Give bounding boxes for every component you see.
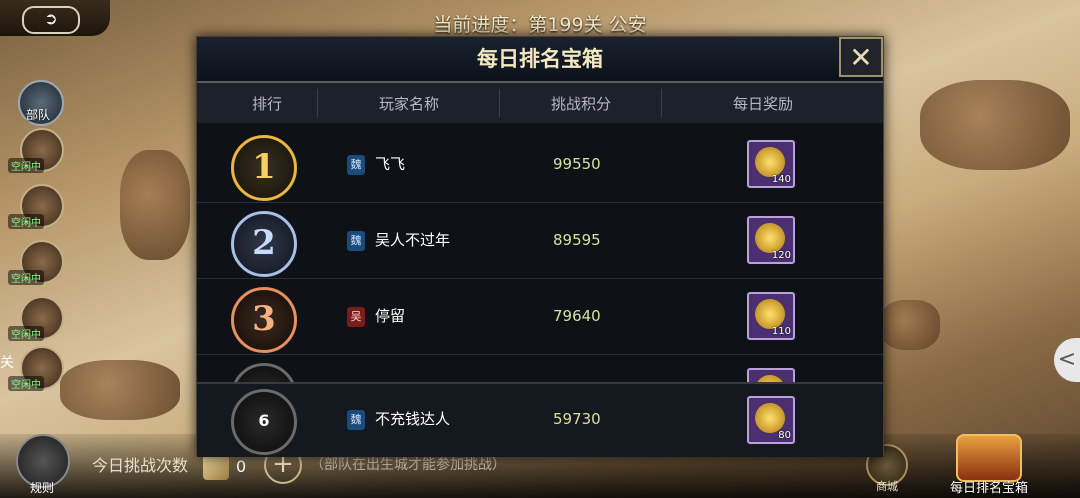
left-edge-label: 关 [0, 355, 14, 371]
challenge-score: 89595 [553, 231, 601, 249]
header-divider [499, 89, 500, 117]
rule-label: 规则 [30, 481, 55, 495]
faction-badge: 吴 [347, 307, 365, 327]
table-row: 2 魏 吴人不过年 89595 120 [197, 203, 883, 279]
reward-item[interactable]: 140 [747, 140, 795, 188]
terrain-rock [60, 360, 180, 420]
challenge-count-label: 今日挑战次数 [92, 456, 189, 475]
challenge-count: 0 [236, 457, 247, 476]
rank-medal-silver: 2 [231, 211, 297, 277]
terrain-rock [920, 80, 1070, 170]
challenge-hint: （部队在出生城才能参加挑战） [310, 457, 506, 473]
progress-text: 当前进度：第199关 公安 [433, 14, 647, 36]
idle-status: 空闲中 [8, 158, 44, 173]
header-score: 挑战积分 [550, 95, 611, 113]
player-name[interactable]: 吴人不过年 [375, 229, 450, 250]
reward-quantity: 110 [771, 326, 791, 337]
scroll-icon [203, 454, 229, 480]
challenge-score: 79640 [553, 307, 601, 325]
rank-medal: 6 [231, 389, 297, 455]
challenge-score: 59730 [553, 410, 601, 428]
troop-label: 部队 [26, 108, 51, 122]
close-button[interactable]: ✕ [839, 37, 883, 77]
faction-badge: 魏 [347, 155, 365, 175]
rank-medal-bronze: 3 [231, 287, 297, 353]
terrain-rock [880, 300, 940, 350]
idle-status: 空闲中 [8, 214, 44, 229]
header-divider [661, 89, 662, 117]
rank-medal-gold: 1 [231, 135, 297, 201]
idle-status: 空闲中 [8, 376, 44, 391]
reward-quantity: 80 [778, 430, 791, 441]
header-rank: 排行 [251, 95, 282, 113]
daily-rank-dialog: 每日排名宝箱 ✕ 排行 玩家名称 挑战积分 每日奖励 1 魏 飞飞 99550 … [196, 36, 884, 457]
reward-quantity: 120 [771, 250, 791, 261]
daily-rank-chest-label: 每日排名宝箱 [950, 481, 1029, 496]
daily-rank-chest-button[interactable] [956, 434, 1022, 482]
table-row: 1 魏 飞飞 99550 140 [197, 127, 883, 203]
my-rank-row: 6 魏 不充钱达人 59730 80 [197, 382, 883, 457]
idle-status: 空闲中 [8, 270, 44, 285]
faction-badge: 魏 [347, 410, 365, 430]
gold-coin-icon [755, 403, 785, 433]
player-name[interactable]: 停留 [375, 305, 405, 326]
reward-item[interactable]: 120 [747, 216, 795, 264]
side-expand-button[interactable]: < [1054, 338, 1080, 382]
gold-coin-icon [755, 147, 785, 177]
player-name[interactable]: 不充钱达人 [375, 408, 450, 429]
reward-quantity: 140 [771, 174, 791, 185]
reward-item[interactable]: 110 [747, 292, 795, 340]
header-reward: 每日奖励 [732, 95, 793, 113]
idle-status: 空闲中 [8, 326, 44, 341]
shop-label: 商城 [876, 480, 898, 493]
table-row: 3 吴 停留 79640 110 [197, 279, 883, 355]
challenge-score: 99550 [553, 155, 601, 173]
table-row-partial [197, 355, 883, 383]
faction-badge: 魏 [347, 231, 365, 251]
terrain-rock [120, 150, 190, 260]
reward-item[interactable]: 80 [747, 396, 795, 444]
table-header: 排行 玩家名称 挑战积分 每日奖励 [197, 83, 883, 123]
gold-coin-icon [755, 299, 785, 329]
header-player: 玩家名称 [378, 95, 439, 113]
gold-coin-icon [755, 223, 785, 253]
rank-medal [231, 363, 297, 383]
dialog-title: 每日排名宝箱 [477, 47, 603, 71]
player-name[interactable]: 飞飞 [375, 153, 405, 174]
header-divider [317, 89, 318, 117]
reward-item[interactable] [747, 368, 795, 383]
dialog-title-bar: 每日排名宝箱 ✕ [197, 37, 883, 83]
